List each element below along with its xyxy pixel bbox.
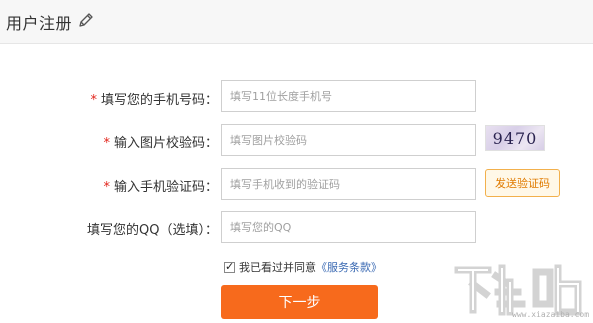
sms-code-input[interactable] (221, 168, 476, 200)
required-mark: * (103, 180, 110, 195)
pencil-icon[interactable] (77, 11, 95, 29)
qq-input[interactable] (221, 211, 476, 243)
agreement-text: 我已看过并同意 (239, 261, 316, 274)
captcha-label-row: * 输入图片校验码： (103, 132, 218, 151)
required-mark: * (90, 93, 97, 108)
watermark-url: www.xiazaiba.com (512, 310, 590, 319)
sms-label-row: * 输入手机验证码： (103, 176, 218, 195)
page-header: 用户注册 (0, 0, 593, 44)
page-title: 用户注册 (6, 14, 73, 33)
qq-label: 填写您的QQ（选填）： (87, 223, 218, 238)
sms-label: 输入手机验证码： (113, 180, 218, 195)
agree-checkbox[interactable] (224, 260, 235, 273)
agreement-row: 我已看过并同意 《服务条款》 (224, 259, 382, 275)
required-mark: * (103, 136, 110, 151)
phone-label: 填写您的手机号码： (100, 93, 218, 108)
send-code-button[interactable]: 发送验证码 (485, 169, 560, 197)
captcha-label: 输入图片校验码： (113, 136, 218, 151)
terms-link[interactable]: 《服务条款》 (316, 259, 382, 275)
phone-input[interactable] (221, 80, 476, 112)
next-step-button[interactable]: 下一步 (221, 285, 378, 319)
captcha-input[interactable] (221, 124, 476, 156)
captcha-image[interactable]: 9470 (485, 125, 545, 151)
qq-label-row: 填写您的QQ（选填）： (87, 219, 218, 238)
phone-label-row: * 填写您的手机号码： (90, 89, 218, 108)
